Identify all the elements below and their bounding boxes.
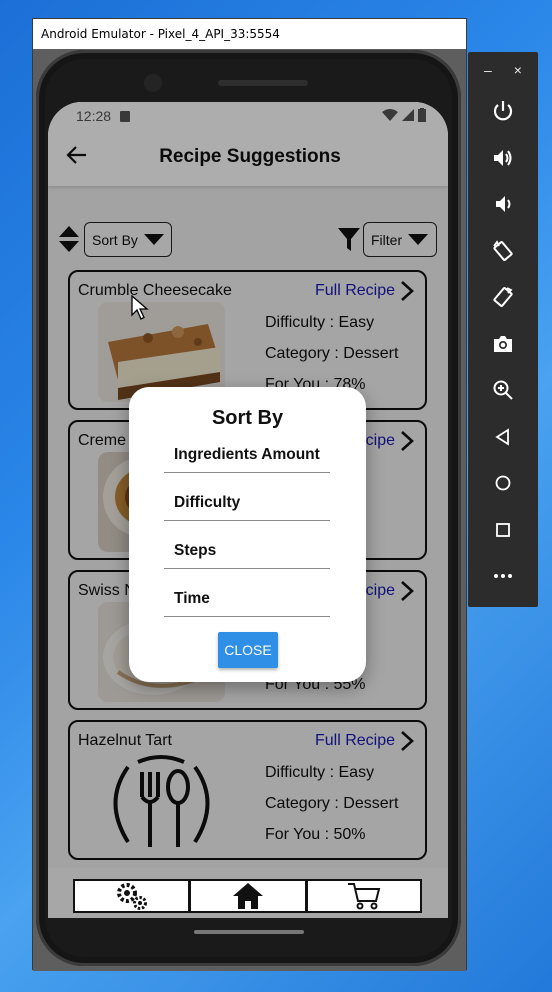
sort-option-steps[interactable]: Steps — [164, 533, 330, 569]
toolbar-window-controls: – × — [468, 52, 538, 88]
sort-option-ingredients-amount[interactable]: Ingredients Amount — [164, 437, 330, 473]
home-icon — [233, 883, 263, 909]
settings-tab[interactable] — [73, 879, 190, 913]
sort-option-difficulty[interactable]: Difficulty — [164, 485, 330, 521]
mouse-cursor-icon — [131, 295, 149, 320]
back-button[interactable] — [468, 414, 538, 461]
home-circle-icon — [495, 475, 511, 491]
close-button[interactable]: × — [514, 62, 522, 78]
minimize-button[interactable]: – — [484, 62, 492, 78]
emulator-toolbar: – × — [468, 52, 538, 607]
close-button[interactable]: CLOSE — [218, 632, 278, 668]
more-button[interactable] — [468, 553, 538, 600]
screenshot-button[interactable] — [468, 321, 538, 368]
cart-icon — [348, 883, 381, 910]
power-icon — [493, 101, 513, 121]
volume-up-button[interactable] — [468, 135, 538, 182]
more-icon — [494, 574, 512, 579]
zoom-button[interactable] — [468, 367, 538, 414]
sort-option-time[interactable]: Time — [164, 581, 330, 617]
camera-icon — [494, 335, 512, 352]
sort-by-dialog: Sort By Ingredients Amount Difficulty St… — [129, 387, 366, 682]
overview-button[interactable] — [468, 507, 538, 554]
settings-icon — [116, 883, 147, 910]
gesture-nav-bar[interactable] — [194, 930, 304, 934]
earpiece-speaker — [218, 80, 308, 86]
rotate-left-button[interactable] — [468, 228, 538, 275]
cart-tab[interactable] — [306, 879, 422, 913]
volume-up-icon — [494, 149, 512, 166]
back-icon — [495, 428, 509, 446]
zoom-icon — [493, 380, 513, 400]
rotate-right-button[interactable] — [468, 274, 538, 321]
front-camera — [144, 74, 162, 92]
overview-icon — [496, 522, 510, 537]
volume-down-icon — [496, 196, 511, 213]
home-tab[interactable] — [189, 879, 307, 913]
window-title: Android Emulator - Pixel_4_API_33:5554 — [33, 19, 466, 49]
dialog-title: Sort By — [211, 407, 284, 429]
home-button[interactable] — [468, 460, 538, 507]
volume-down-button[interactable] — [468, 181, 538, 228]
rotate-right-icon — [493, 287, 513, 308]
power-button[interactable] — [468, 88, 538, 135]
rotate-left-icon — [493, 240, 513, 261]
